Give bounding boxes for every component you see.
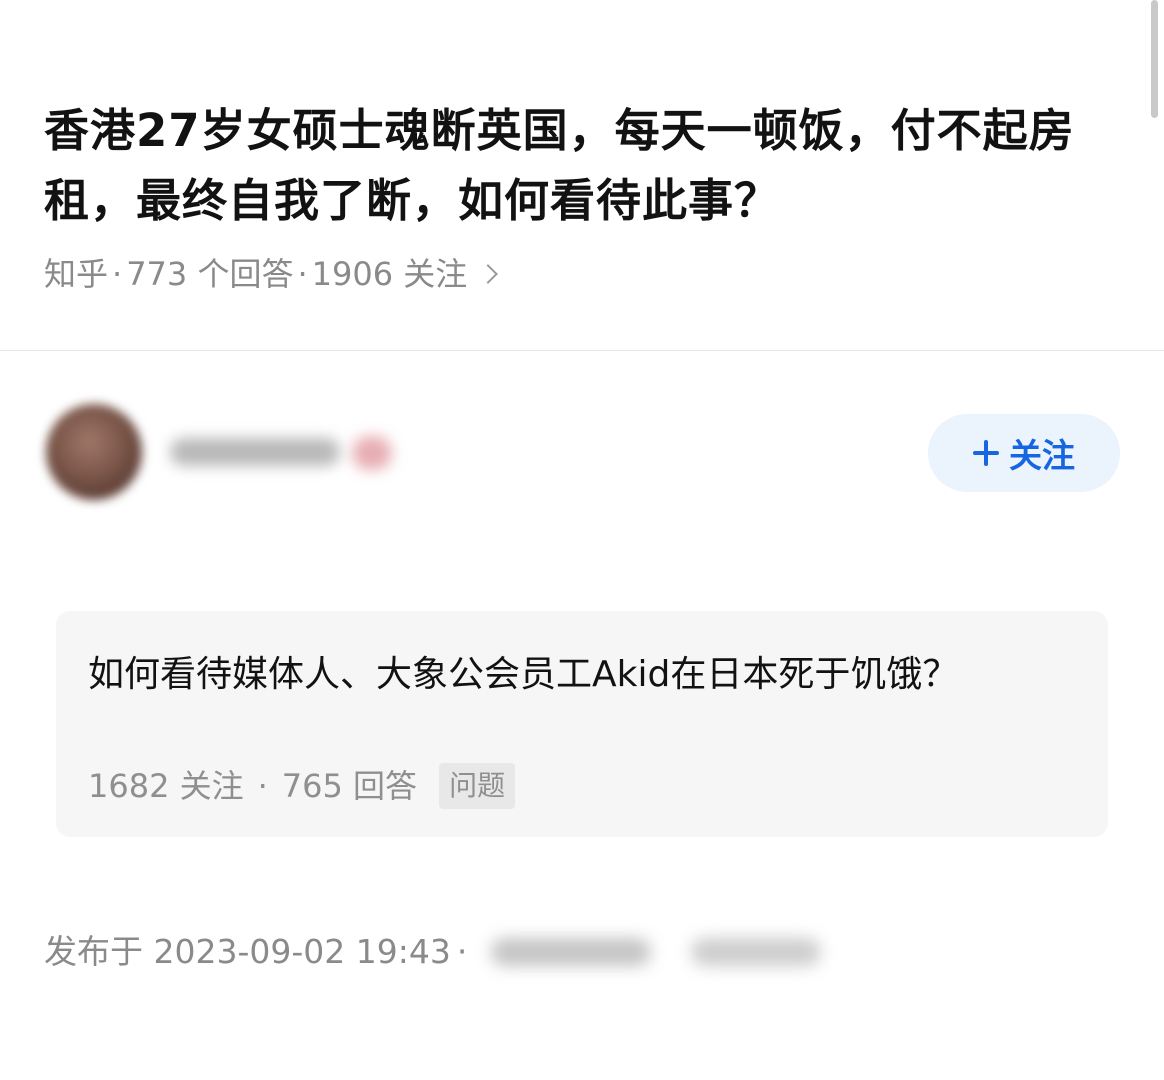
follow-count: 1906 关注 — [311, 255, 468, 293]
question-title[interactable]: 香港27岁女硕士魂断英国，每天一顿饭，付不起房租，最终自我了断，如何看待此事？ — [44, 96, 1120, 236]
extra-info-redacted — [691, 938, 822, 966]
related-question-card[interactable]: 如何看待媒体人、大象公会员工Akid在日本死于饥饿？ 1682 关注 · 765… — [56, 611, 1108, 837]
related-follow-count: 1682 关注 — [88, 767, 244, 805]
section-divider — [0, 350, 1164, 351]
source-label: 知乎 — [44, 255, 109, 293]
related-question-meta: 1682 关注 · 765 回答 问题 — [88, 763, 516, 809]
question-meta[interactable]: 知乎 · 773 个回答 · 1906 关注 — [44, 254, 1120, 294]
meta-separator: · — [456, 932, 468, 971]
author-name-redacted[interactable] — [170, 438, 340, 466]
author-row: 关注 — [40, 398, 1120, 508]
publish-time: 发布于 2023-09-02 19:43 — [44, 932, 451, 971]
question-header[interactable]: 香港27岁女硕士魂断英国，每天一顿饭，付不起房租，最终自我了断，如何看待此事？ … — [44, 96, 1120, 294]
follow-button-label: 关注 — [1009, 437, 1075, 474]
question-tag: 问题 — [439, 763, 516, 809]
location-redacted — [491, 938, 652, 966]
related-answer-count: 765 回答 — [281, 767, 418, 805]
plus-icon — [973, 440, 999, 466]
chevron-right-icon[interactable] — [478, 264, 499, 284]
follow-button[interactable]: 关注 — [928, 414, 1120, 492]
meta-separator: · — [257, 767, 268, 805]
answer-count: 773 个回答 — [126, 255, 294, 293]
publish-info: 发布于 2023-09-02 19:43 · — [44, 930, 822, 974]
scrollbar[interactable] — [1151, 0, 1158, 118]
author-badge-redacted — [352, 436, 392, 470]
meta-separator: · — [112, 255, 123, 293]
avatar[interactable] — [46, 404, 142, 500]
meta-separator: · — [297, 255, 308, 293]
related-question-title: 如何看待媒体人、大象公会员工Akid在日本死于饥饿？ — [88, 654, 959, 695]
